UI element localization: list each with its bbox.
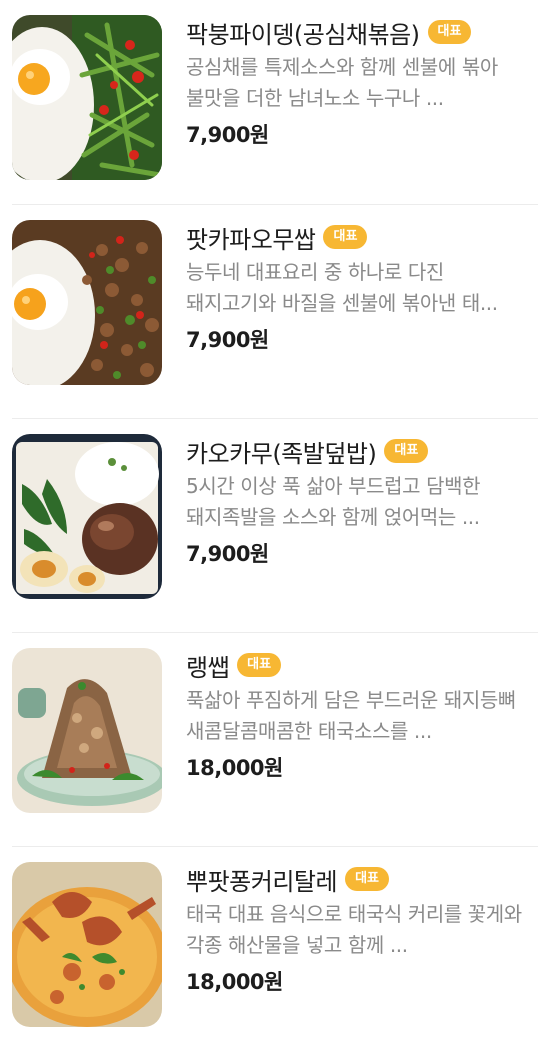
menu-item[interactable]: 카오카무(족발덮밥) 대표 5시간 이상 푹 삶아 부드럽고 담백한 돼지족발을… bbox=[0, 419, 550, 633]
menu-item[interactable]: 랭쌥 대표 푹삶아 푸짐하게 담은 부드러운 돼지등뼈 새콤달콤매콤한 태국소스… bbox=[0, 633, 550, 847]
menu-item-info: 뿌팟퐁커리탈레 대표 태국 대표 음식으로 태국식 커리를 꽃게와 각종 해산물… bbox=[186, 861, 538, 996]
crab-curry-image bbox=[12, 862, 162, 1027]
menu-item-name[interactable]: 뿌팟퐁커리탈레 bbox=[186, 862, 338, 897]
menu-item-info: 팟카파오무쌉 대표 능두네 대표요리 중 하나로 다진 돼지고기와 바질을 센불… bbox=[186, 219, 538, 354]
menu-item-info: 카오카무(족발덮밥) 대표 5시간 이상 푹 삶아 부드럽고 담백한 돼지족발을… bbox=[186, 433, 538, 568]
menu-list: 팍붕파이뎅(공심채볶음) 대표 공심채를 특제소스와 함께 센불에 볶아 불맛을… bbox=[0, 0, 550, 1061]
menu-item-title-row: 랭쌥 대표 bbox=[186, 647, 538, 683]
menu-item-image[interactable] bbox=[12, 15, 162, 180]
menu-item-description: 5시간 이상 푹 삶아 부드럽고 담백한 돼지족발을 소스와 함께 얹어먹는 .… bbox=[186, 474, 481, 529]
menu-item[interactable]: 팟카파오무쌉 대표 능두네 대표요리 중 하나로 다진 돼지고기와 바질을 센불… bbox=[0, 205, 550, 419]
signature-badge: 대표 bbox=[237, 653, 282, 677]
menu-item-image[interactable] bbox=[12, 434, 162, 599]
menu-item-description: 푹삶아 푸짐하게 담은 부드러운 돼지등뼈 새콤달콤매콤한 태국소스를 ... bbox=[186, 688, 516, 743]
menu-item-image[interactable] bbox=[12, 220, 162, 385]
menu-item-name[interactable]: 팟카파오무쌉 bbox=[186, 220, 316, 255]
spicy-pork-bone-tower-image bbox=[12, 648, 162, 813]
menu-item-title-row: 카오카무(족발덮밥) 대표 bbox=[186, 433, 538, 469]
menu-item[interactable]: 팍붕파이뎅(공심채볶음) 대표 공심채를 특제소스와 함께 센불에 볶아 불맛을… bbox=[0, 0, 550, 205]
signature-badge: 대표 bbox=[384, 439, 429, 463]
menu-item-price: 7,900원 bbox=[186, 542, 269, 566]
menu-item-description: 공심채를 특제소스와 함께 센불에 볶아 불맛을 더한 남녀노소 누구나 ... bbox=[186, 55, 498, 110]
menu-item-image[interactable] bbox=[12, 648, 162, 813]
menu-item-price: 7,900원 bbox=[186, 328, 269, 352]
menu-item-price: 18,000원 bbox=[186, 970, 283, 994]
menu-item-price: 18,000원 bbox=[186, 756, 283, 780]
basil-pork-with-rice-and-egg-image bbox=[12, 220, 162, 385]
menu-item-title-row: 팟카파오무쌉 대표 bbox=[186, 219, 538, 255]
signature-badge: 대표 bbox=[345, 867, 389, 891]
signature-badge: 대표 bbox=[427, 20, 472, 44]
menu-item-info: 팍붕파이뎅(공심채볶음) 대표 공심채를 특제소스와 함께 센불에 볶아 불맛을… bbox=[186, 14, 538, 149]
menu-item-name[interactable]: 랭쌥 bbox=[186, 648, 230, 683]
menu-item-info: 랭쌥 대표 푹삶아 푸짐하게 담은 부드러운 돼지등뼈 새콤달콤매콤한 태국소스… bbox=[186, 647, 538, 782]
menu-item[interactable]: 뿌팟퐁커리탈레 대표 태국 대표 음식으로 태국식 커리를 꽃게와 각종 해산물… bbox=[0, 847, 550, 1061]
menu-item-name[interactable]: 카오카무(족발덮밥) bbox=[186, 434, 377, 469]
stir-fried-morning-glory-with-rice-and-egg-image bbox=[12, 15, 162, 180]
signature-badge: 대표 bbox=[323, 225, 368, 249]
menu-item-title-row: 팍붕파이뎅(공심채볶음) 대표 bbox=[186, 14, 538, 50]
menu-item-price: 7,900원 bbox=[186, 123, 269, 147]
menu-item-title-row: 뿌팟퐁커리탈레 대표 bbox=[186, 861, 538, 897]
menu-item-name[interactable]: 팍붕파이뎅(공심채볶음) bbox=[186, 15, 420, 50]
menu-item-image[interactable] bbox=[12, 862, 162, 1027]
braised-pork-leg-rice-box-image bbox=[12, 434, 162, 599]
menu-item-description: 능두네 대표요리 중 하나로 다진 돼지고기와 바질을 센불에 볶아낸 태... bbox=[186, 260, 498, 315]
menu-item-description: 태국 대표 음식으로 태국식 커리를 꽃게와 각종 해산물을 넣고 함께 ... bbox=[186, 902, 522, 957]
